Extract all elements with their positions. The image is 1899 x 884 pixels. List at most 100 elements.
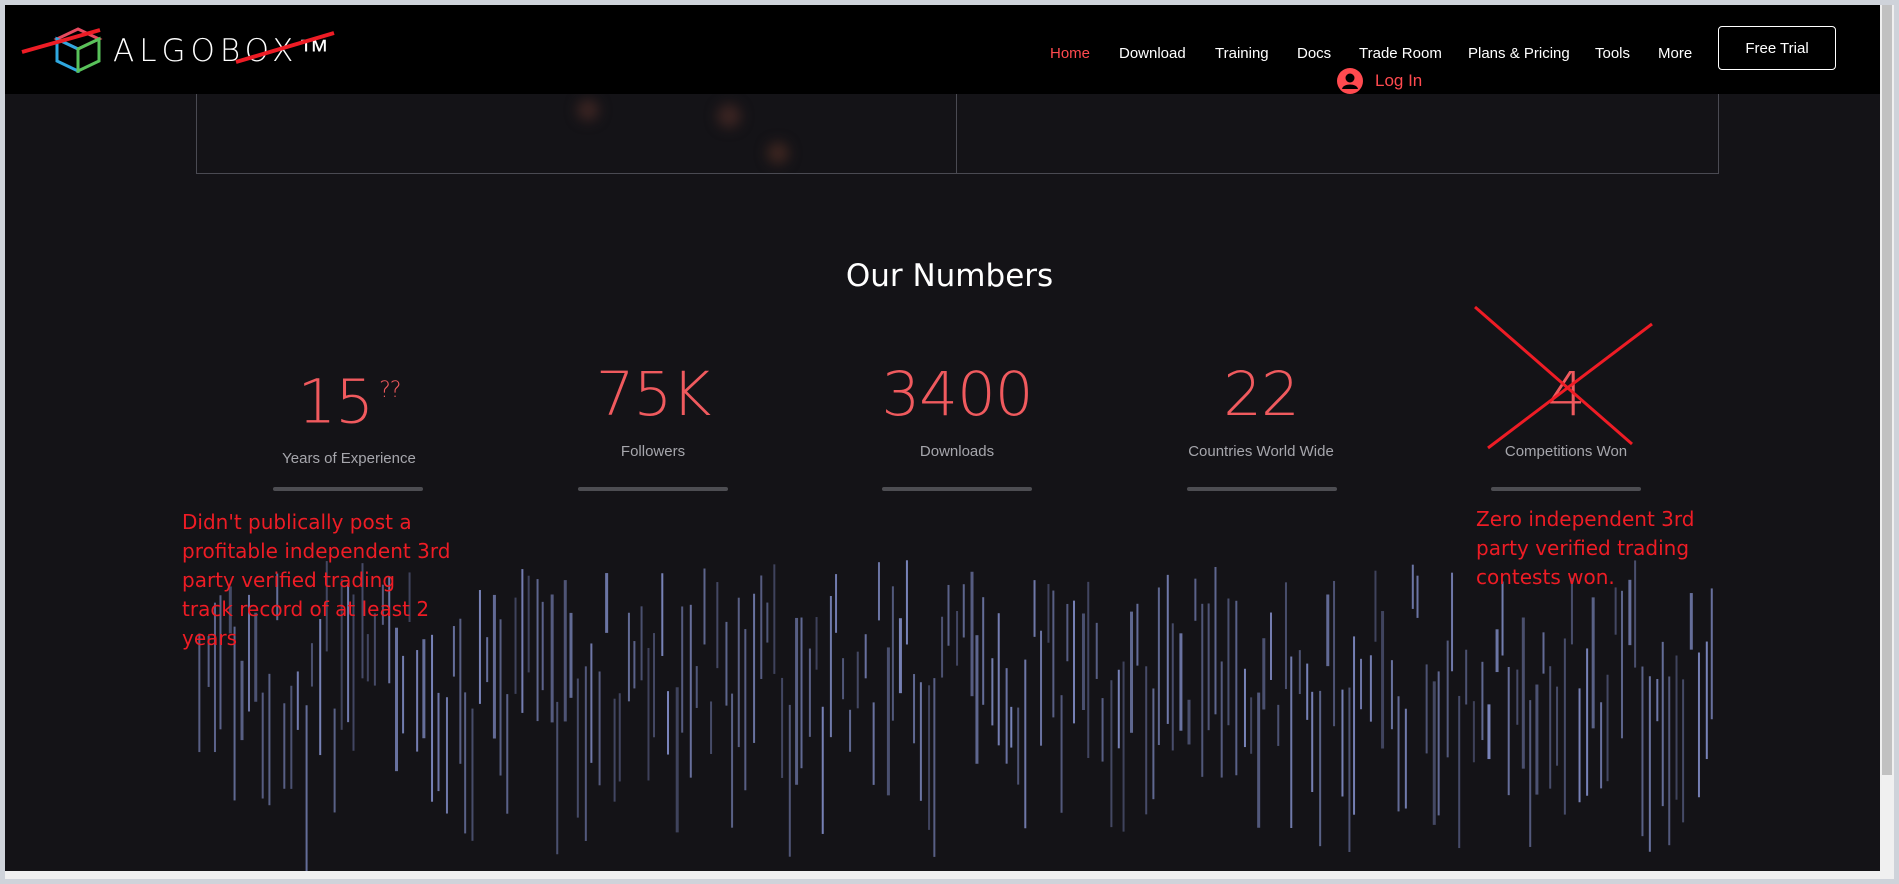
nav-home[interactable]: Home (1050, 45, 1090, 62)
stat-label: Downloads (919, 443, 995, 460)
particle-streak (956, 610, 959, 666)
particle-streak (661, 573, 664, 656)
particle-streak (1682, 679, 1685, 823)
particle-streak (633, 641, 636, 689)
image-frame-left (196, 94, 957, 174)
particle-streak (1235, 600, 1238, 776)
particle-streak (991, 658, 994, 726)
particle-streak (1446, 640, 1449, 758)
particle-streak (240, 660, 244, 741)
particle-streak (1661, 641, 1664, 807)
particle-streak (1243, 668, 1246, 748)
nav-plans-pricing[interactable]: Plans & Pricing (1468, 45, 1570, 62)
image-frame-right (956, 94, 1719, 174)
particle-streak (1369, 655, 1372, 722)
nav-trade-room[interactable]: Trade Room (1359, 45, 1442, 62)
particle-streak (1220, 661, 1223, 778)
particle-streak (913, 674, 916, 744)
particle-streak (1157, 587, 1160, 746)
particle-streak (1277, 704, 1280, 746)
particle-streak (1416, 575, 1419, 618)
particle-streak (1187, 699, 1191, 745)
particle-streak (872, 702, 875, 785)
particle-streak (1047, 584, 1050, 643)
particle-streak (781, 677, 784, 778)
particle-streak (1194, 578, 1197, 621)
particle-streak (521, 569, 524, 713)
particle-streak (975, 635, 979, 764)
particle-streak (1563, 638, 1566, 815)
particle-streak (1710, 588, 1713, 720)
nav-docs[interactable]: Docs (1297, 45, 1331, 62)
stat-number: 4 (1547, 359, 1586, 430)
particle-streak (1411, 564, 1414, 609)
particle-streak (305, 705, 308, 874)
nav-tools[interactable]: Tools (1595, 45, 1630, 62)
particle-streak (499, 619, 502, 776)
particle-streak (1458, 695, 1461, 849)
scrollbar-thumb[interactable] (1882, 5, 1892, 775)
stat-number: 22 (1223, 359, 1300, 430)
particle-streak (1451, 572, 1454, 672)
particle-streak (402, 655, 405, 734)
particle-streak (675, 687, 679, 833)
horizontal-scrollbar[interactable] (5, 871, 1880, 879)
particle-streak (1432, 681, 1436, 825)
particle-streak (569, 612, 573, 698)
free-trial-button[interactable]: Free Trial (1718, 26, 1836, 70)
particle-streak (416, 650, 419, 752)
particle-streak (1535, 684, 1539, 795)
particle-streak (1130, 611, 1134, 733)
particle-streak (563, 580, 567, 722)
particle-streak (437, 692, 440, 792)
particle-streak (422, 639, 426, 739)
particle-streak (1311, 691, 1314, 793)
particle-streak (290, 685, 293, 789)
particle-streak (1697, 652, 1700, 798)
particle-streak (333, 708, 336, 813)
particle-streak (905, 560, 908, 645)
particle-streak (1381, 611, 1385, 749)
particle-streak (1465, 649, 1468, 705)
particle-streak (1507, 666, 1510, 796)
particle-streak (556, 701, 559, 855)
particle-streak (829, 596, 832, 738)
particle-streak (1087, 581, 1090, 758)
particle-streak (1269, 612, 1272, 680)
particle-streak (695, 666, 698, 708)
particle-streak (1656, 678, 1659, 722)
particle-streak (689, 604, 692, 778)
stat-label: Countries World Wide (1188, 443, 1334, 460)
nav-more[interactable]: More (1658, 45, 1692, 62)
particle-streak (268, 673, 271, 806)
nav-training[interactable]: Training (1215, 45, 1269, 62)
particle-streak (962, 584, 965, 638)
stat-number: 75K (595, 359, 712, 430)
login-button[interactable]: Log In (1337, 68, 1422, 94)
particle-streak (1033, 580, 1036, 637)
particle-streak (737, 597, 740, 748)
particle-streak (598, 671, 601, 786)
particle-streak (898, 618, 902, 694)
stat-label: Competitions Won (1504, 443, 1628, 460)
particle-streak (795, 617, 799, 785)
stat-number: 15?? (297, 366, 402, 438)
particle-streak (1397, 696, 1400, 812)
vertical-scrollbar[interactable] (1880, 5, 1894, 879)
particle-streak (1284, 582, 1287, 690)
particle-streak (1521, 617, 1525, 769)
cube-logo-icon[interactable] (53, 27, 103, 73)
nav-download[interactable]: Download (1119, 45, 1186, 62)
particle-streak (1306, 663, 1309, 720)
particle-streak (1586, 648, 1589, 796)
particle-streak (1404, 708, 1407, 809)
particle-streak (1298, 650, 1301, 695)
particle-streak (613, 698, 616, 802)
particle-streak (1353, 636, 1356, 815)
particle-streak (1179, 633, 1183, 731)
particle-streak (653, 633, 656, 738)
particle-streak (928, 685, 931, 830)
logo-wordmark[interactable]: ALGOBOX™ (113, 33, 334, 69)
particle-streak (970, 571, 974, 697)
stat-countries: 22 Countries World Wide (1161, 355, 1361, 460)
